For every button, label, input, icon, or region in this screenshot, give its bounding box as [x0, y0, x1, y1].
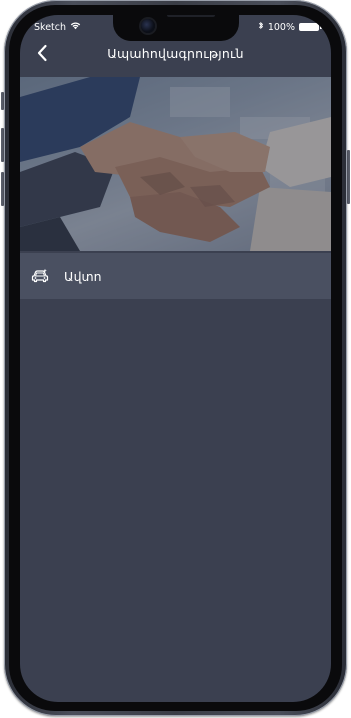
car-icon [30, 266, 50, 286]
carrier-label: Sketch [34, 21, 67, 33]
list-item-auto[interactable]: Ավտո [20, 253, 331, 299]
battery-icon [299, 23, 322, 31]
bluetooth-icon [258, 21, 264, 33]
hero-dim-overlay [20, 77, 331, 251]
list-item-label: Ավտո [64, 268, 102, 284]
chevron-left-icon [36, 44, 48, 66]
status-right: 100% [258, 21, 322, 33]
page-title: Ապահովագրություն [107, 46, 244, 61]
status-left: Sketch [34, 21, 81, 33]
phone-mockup: Sketch 100% Ապահովագրություն Ավտո [0, 0, 351, 718]
power-button [347, 150, 350, 204]
front-camera [141, 19, 155, 33]
wifi-icon [70, 21, 81, 33]
battery-percentage: 100% [267, 21, 295, 33]
navigation-bar: Ապահովագրություն [20, 37, 331, 73]
notch [113, 15, 239, 41]
back-button[interactable] [28, 41, 56, 69]
hero-banner [20, 77, 331, 251]
speaker-grille [167, 15, 215, 17]
app-screen: Sketch 100% Ապահովագրություն Ավտո [20, 15, 331, 702]
